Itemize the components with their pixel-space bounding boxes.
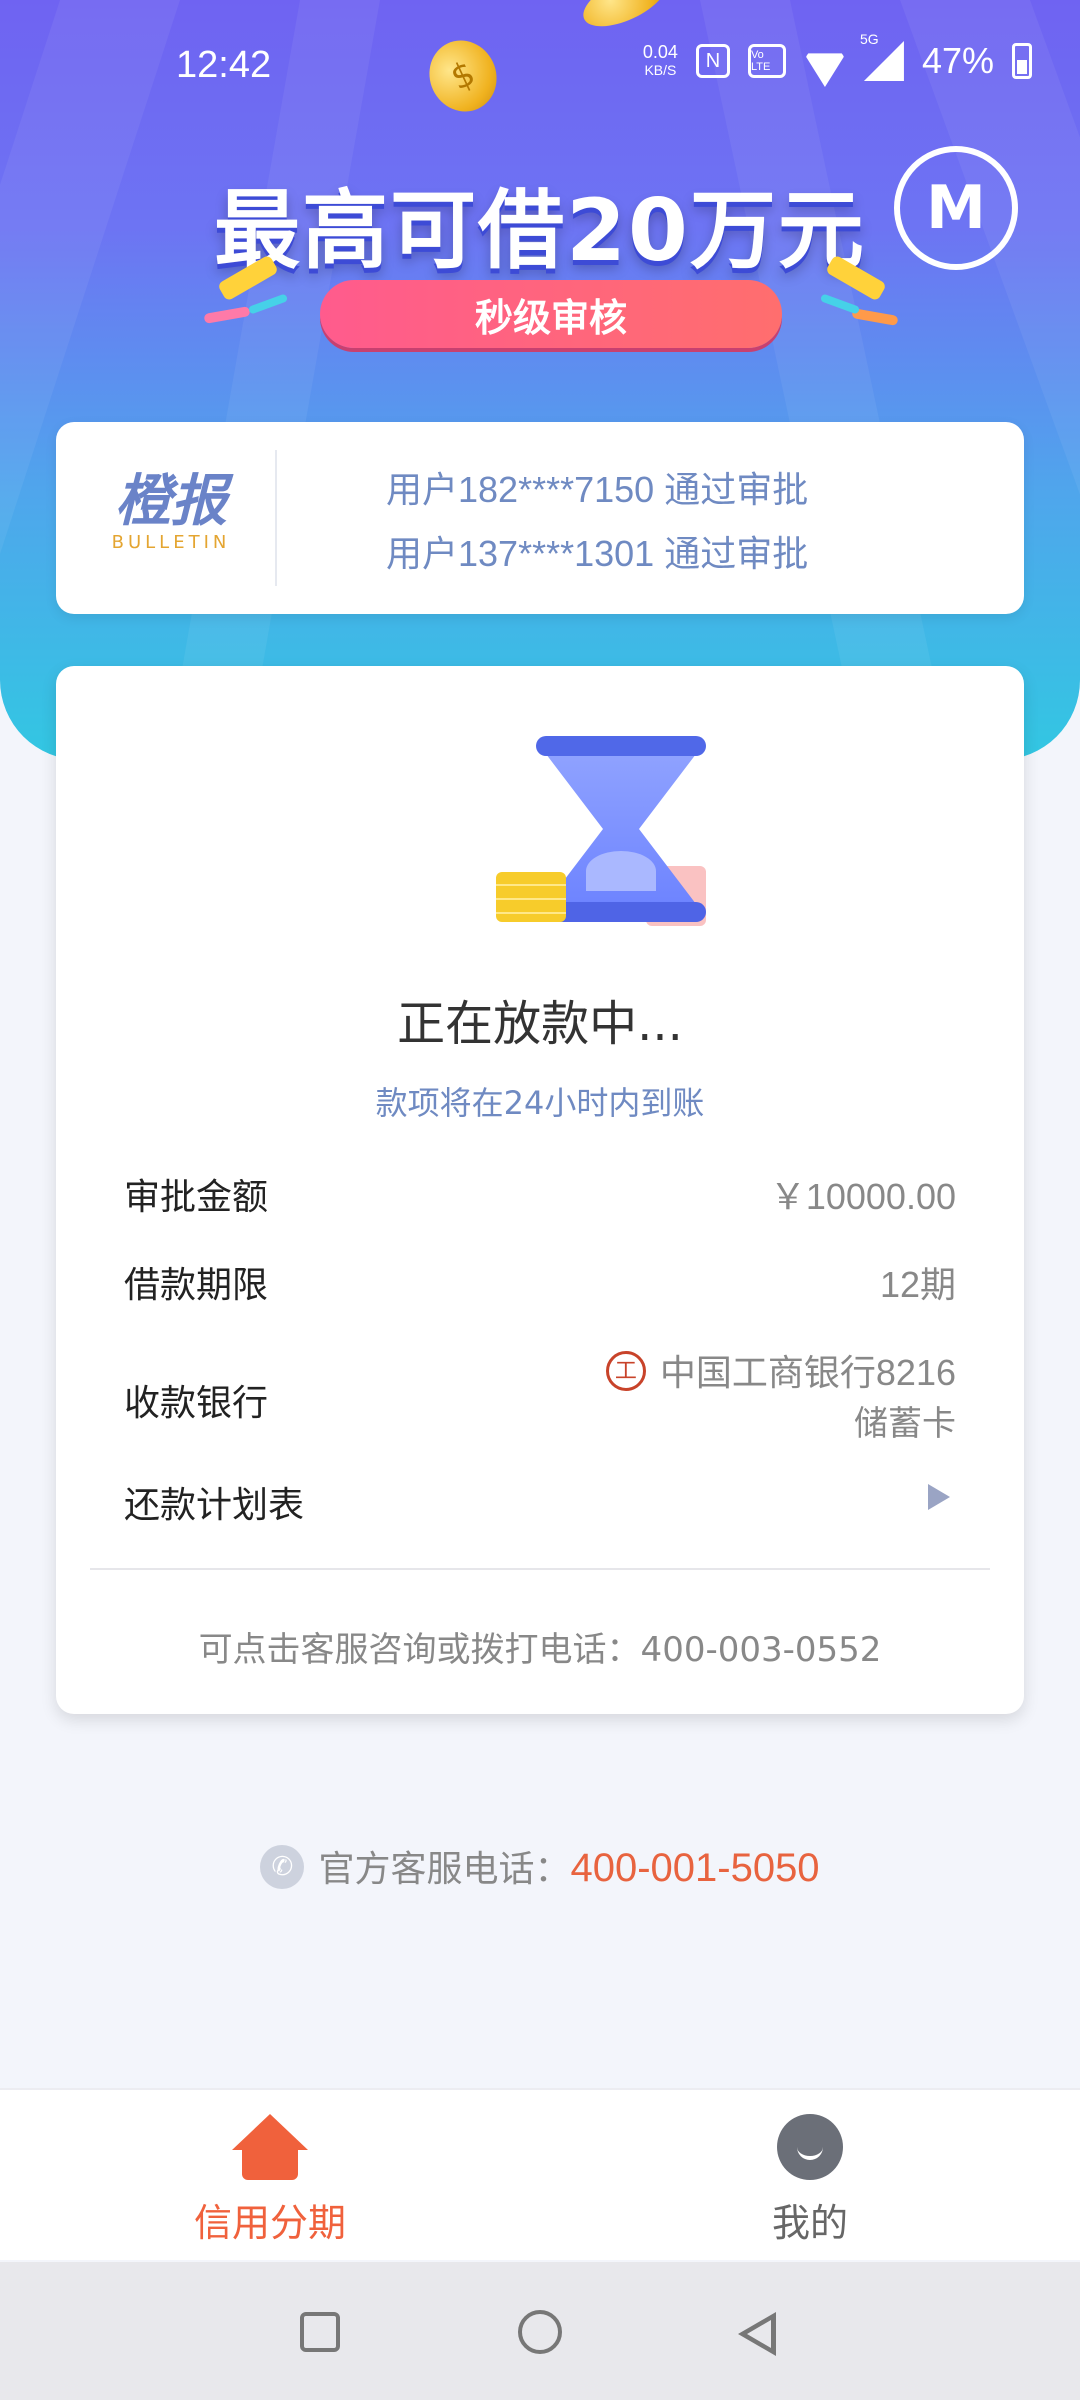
bulletin-messages: 用户182****7150 通过审批 用户137****1301 通过审批 bbox=[386, 458, 808, 586]
profile-logo-icon: M bbox=[926, 173, 986, 243]
loan-status-card: 正在放款中... 款项将在24小时内到账 审批金额 ￥10000.00 借款期限… bbox=[56, 666, 1024, 1714]
loan-status-subtitle: 款项将在24小时内到账 bbox=[375, 1084, 705, 1122]
tab-mine[interactable]: 我的 bbox=[540, 2114, 1080, 2247]
home-icon bbox=[232, 2114, 308, 2180]
repayment-schedule-row[interactable]: 还款计划表 bbox=[124, 1476, 956, 1526]
bulletin-message: 用户182****7150 通过审批 bbox=[386, 469, 809, 510]
tab-credit-installment[interactable]: 信用分期 bbox=[0, 2114, 540, 2247]
battery-icon bbox=[1012, 43, 1032, 79]
icbc-logo-icon: 工 bbox=[605, 1351, 646, 1392]
system-navigation-bar bbox=[0, 2262, 1080, 2400]
loan-term-value: 12期 bbox=[879, 1264, 956, 1305]
cellular-signal-icon: 5G bbox=[860, 31, 904, 81]
bottom-tab-bar: 信用分期 我的 bbox=[0, 2088, 1080, 2260]
phone-icon: ✆ bbox=[260, 1845, 305, 1889]
back-button[interactable] bbox=[738, 2312, 776, 2356]
home-button[interactable] bbox=[518, 2310, 562, 2354]
nfc-icon: N bbox=[695, 44, 730, 78]
tab-label: 我的 bbox=[771, 2201, 848, 2245]
bulletin-logo-cn: 橙报 bbox=[115, 469, 227, 534]
approved-amount-row: 审批金额 ￥10000.00 bbox=[124, 1168, 956, 1220]
hotline-number[interactable]: 400-001-5050 bbox=[570, 1846, 819, 1890]
bank-name: 中国工商银行8216 bbox=[659, 1352, 956, 1393]
approved-amount-value: ￥10000.00 bbox=[769, 1176, 956, 1217]
bank-card-type: 储蓄卡 bbox=[854, 1405, 956, 1443]
repayment-schedule-label: 还款计划表 bbox=[124, 1485, 305, 1526]
arrow-right-icon bbox=[928, 1484, 950, 1510]
customer-service-hint[interactable]: 可点击客服咨询或拨打电话：400-003-0552 bbox=[56, 1622, 1024, 1671]
bulletin-card: 橙报 BULLETIN 用户182****7150 通过审批 用户137****… bbox=[56, 422, 1024, 614]
loan-term-row: 借款期限 12期 bbox=[124, 1256, 956, 1308]
network-type: 5G bbox=[859, 31, 879, 47]
hourglass-icon bbox=[436, 736, 706, 936]
review-badge: 秒级审核 bbox=[320, 280, 782, 348]
profile-button[interactable]: M bbox=[894, 146, 1018, 270]
battery-percent: 47% bbox=[921, 40, 994, 81]
profile-icon bbox=[777, 2114, 843, 2180]
loan-status-title: 正在放款中... bbox=[397, 996, 683, 1052]
hotline-label: 官方客服电话： bbox=[318, 1849, 571, 1890]
bulletin-logo: 橙报 BULLETIN bbox=[106, 469, 236, 554]
net-speed-unit: KB/S bbox=[644, 62, 677, 78]
volte-icon: Vo LTE bbox=[747, 44, 786, 78]
bulletin-message: 用户137****1301 通过审批 bbox=[386, 533, 809, 574]
net-speed-value: 0.04 bbox=[642, 42, 678, 62]
official-hotline[interactable]: ✆ 官方客服电话：400-001-5050 bbox=[0, 1840, 1080, 1893]
receiving-bank-label: 收款银行 bbox=[124, 1383, 269, 1424]
wifi-icon bbox=[804, 45, 846, 77]
tab-label: 信用分期 bbox=[193, 2201, 346, 2245]
status-bar: 12:42 0.04 KB/S N Vo LTE 5G 47% bbox=[0, 0, 1080, 130]
net-speed: 0.04 KB/S bbox=[643, 43, 678, 79]
card-divider bbox=[90, 1568, 990, 1570]
approved-amount-label: 审批金额 bbox=[124, 1177, 269, 1218]
receiving-bank-row: 收款银行 工中国工商银行8216 储蓄卡 bbox=[124, 1344, 956, 1454]
loan-term-label: 借款期限 bbox=[124, 1265, 269, 1306]
bulletin-divider bbox=[275, 450, 277, 586]
status-time: 12:42 bbox=[176, 44, 272, 86]
bulletin-logo-en: BULLETIN bbox=[111, 532, 231, 553]
recents-button[interactable] bbox=[300, 2312, 340, 2352]
